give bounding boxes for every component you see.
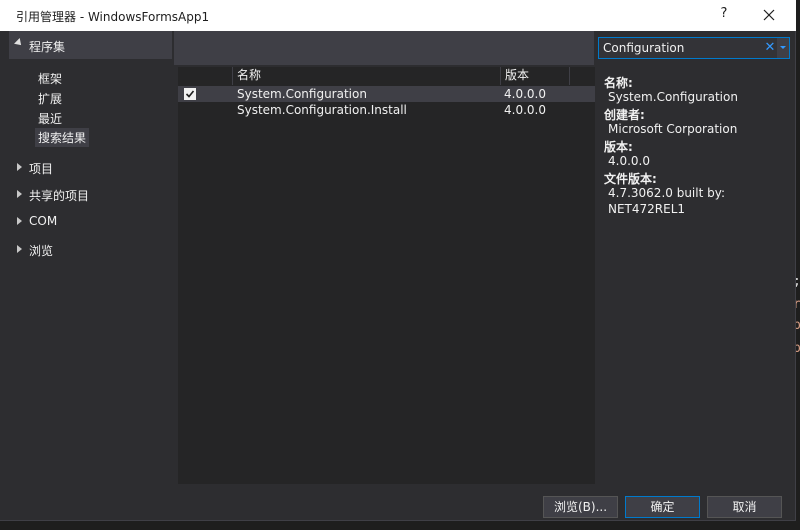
title-bar: 引用管理器 - WindowsFormsApp1 ? bbox=[0, 0, 796, 31]
close-button[interactable] bbox=[758, 4, 780, 26]
browse-button[interactable]: 浏览(B)... bbox=[543, 496, 618, 518]
nav-header-assemblies[interactable]: 程序集 bbox=[9, 31, 172, 59]
detail-version-value: 4.0.0.0 bbox=[608, 154, 650, 168]
collapsed-arrow-icon bbox=[17, 217, 22, 225]
list-header: 名称 版本 bbox=[178, 67, 595, 85]
clear-search-icon[interactable]: ✕ bbox=[764, 40, 776, 56]
help-button[interactable]: ? bbox=[716, 6, 732, 21]
assembly-name: System.Configuration bbox=[237, 87, 367, 101]
ok-button[interactable]: 确定 bbox=[625, 496, 700, 518]
nav-item-recent[interactable]: 最近 bbox=[35, 109, 65, 128]
category-nav: 程序集 框架 扩展 最近 搜索结果 项目 共享的项目 COM 浏览 bbox=[9, 31, 174, 486]
detail-file-version-build: NET472REL1 bbox=[608, 202, 686, 216]
assembly-name: System.Configuration.Install bbox=[237, 103, 407, 117]
expanded-arrow-icon bbox=[14, 38, 24, 48]
cancel-button[interactable]: 取消 bbox=[707, 496, 782, 518]
nav-item-search-results[interactable]: 搜索结果 bbox=[35, 128, 90, 147]
nav-item-framework[interactable]: 框架 bbox=[35, 69, 65, 88]
detail-name-label: 名称: bbox=[604, 76, 633, 90]
details-panel: 名称: System.Configuration 创建者: Microsoft … bbox=[598, 67, 790, 485]
list-toolbar-strip bbox=[174, 31, 594, 65]
close-icon bbox=[763, 9, 775, 21]
nav-group-label: 项目 bbox=[29, 162, 54, 176]
assembly-version: 4.0.0.0 bbox=[504, 87, 546, 101]
collapsed-arrow-icon bbox=[17, 245, 22, 253]
column-header-version[interactable]: 版本 bbox=[501, 67, 570, 85]
column-header-check[interactable] bbox=[178, 67, 233, 85]
nav-header-label: 程序集 bbox=[29, 40, 66, 54]
nav-group-label: 共享的项目 bbox=[29, 189, 90, 203]
nav-group-shared-projects[interactable]: 共享的项目 bbox=[9, 186, 169, 204]
nav-item-extensions[interactable]: 扩展 bbox=[35, 89, 65, 108]
column-header-name[interactable]: 名称 bbox=[233, 67, 501, 85]
reference-checkbox[interactable] bbox=[184, 88, 196, 100]
nav-group-com[interactable]: COM bbox=[9, 213, 169, 231]
collapsed-arrow-icon bbox=[17, 190, 22, 198]
detail-version-label: 版本: bbox=[604, 140, 633, 154]
nav-group-label: 浏览 bbox=[29, 244, 54, 258]
list-row[interactable]: System.Configuration 4.0.0.0 bbox=[178, 86, 595, 102]
list-row[interactable]: System.Configuration.Install 4.0.0.0 bbox=[178, 102, 595, 118]
detail-name-value: System.Configuration bbox=[608, 90, 738, 104]
nav-group-projects[interactable]: 项目 bbox=[9, 159, 169, 177]
nav-group-label: COM bbox=[29, 214, 58, 228]
window-title: 引用管理器 - WindowsFormsApp1 bbox=[16, 10, 210, 24]
search-dropdown-button[interactable] bbox=[777, 38, 789, 58]
checkmark-icon bbox=[184, 88, 196, 100]
collapsed-arrow-icon bbox=[17, 163, 22, 171]
assembly-list: 名称 版本 System.Configuration 4.0.0.0 Syste… bbox=[178, 67, 595, 484]
search-input[interactable] bbox=[603, 40, 763, 56]
detail-creator-value: Microsoft Corporation bbox=[608, 122, 738, 136]
detail-file-version-label: 文件版本: bbox=[604, 172, 657, 186]
detail-creator-label: 创建者: bbox=[604, 108, 645, 122]
search-box[interactable]: ✕ bbox=[598, 37, 790, 59]
nav-group-browse[interactable]: 浏览 bbox=[9, 241, 169, 259]
assembly-version: 4.0.0.0 bbox=[504, 103, 546, 117]
reference-manager-dialog: 引用管理器 - WindowsFormsApp1 ? 程序集 框架 扩展 最近 … bbox=[0, 0, 796, 521]
detail-file-version-value: 4.7.3062.0 built by: bbox=[608, 186, 725, 200]
